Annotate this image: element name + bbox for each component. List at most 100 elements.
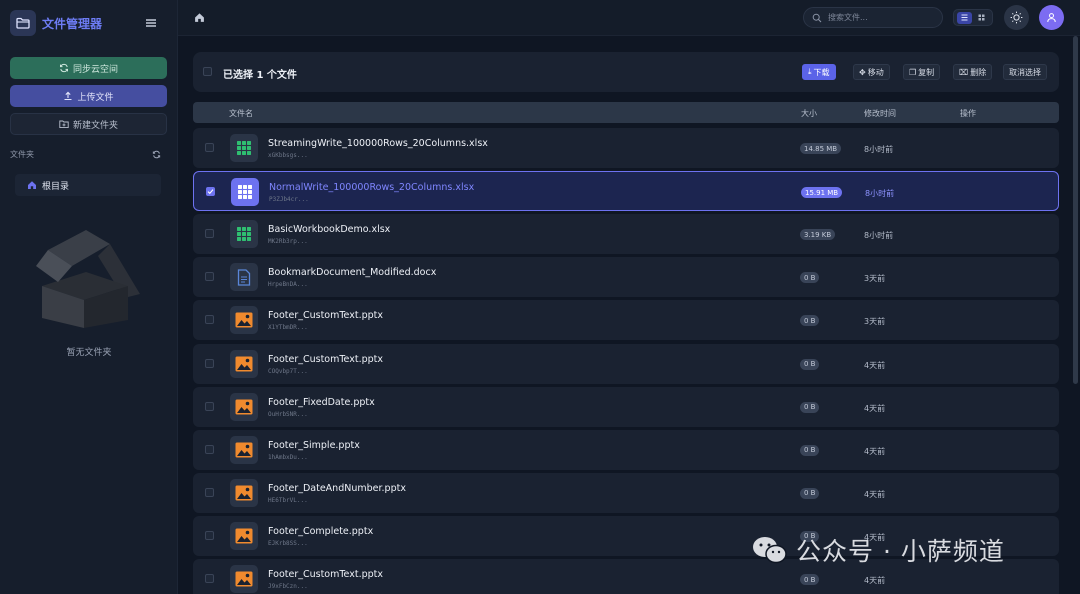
folders-header: 文件夹 bbox=[10, 150, 34, 159]
column-filename[interactable]: 文件名 bbox=[229, 108, 253, 119]
trash-icon: ⌧ bbox=[959, 67, 969, 77]
file-modified-time: 4天前 bbox=[864, 489, 886, 499]
list-view-icon bbox=[961, 14, 968, 21]
row-checkbox[interactable] bbox=[205, 487, 214, 497]
new-folder-button[interactable]: 新建文件夹 bbox=[10, 113, 167, 135]
file-modified-time: 8小时前 bbox=[864, 145, 894, 154]
empty-folders-text: 暂无文件夹 bbox=[66, 348, 112, 358]
file-name[interactable]: StreamingWrite_100000Rows_20Columns.xlsx bbox=[268, 138, 488, 149]
move-button[interactable]: ✥ 移动 bbox=[853, 64, 890, 80]
image-file-icon bbox=[230, 392, 258, 421]
file-size-badge: 0 B bbox=[800, 401, 820, 413]
watermark: 公众号 · 小萨频道 bbox=[752, 532, 1005, 568]
image-file-icon bbox=[230, 306, 258, 335]
row-checkbox[interactable] bbox=[205, 530, 214, 540]
delete-button[interactable]: ⌧ 删除 bbox=[953, 64, 993, 80]
column-modified[interactable]: 修改时间 bbox=[864, 108, 896, 119]
search-input[interactable] bbox=[828, 13, 938, 22]
table-row[interactable]: Footer_Simple.pptx 1hAmbxDu... 0 B 4天前 bbox=[193, 429, 1059, 470]
upload-icon bbox=[64, 91, 72, 101]
menu-icon[interactable] bbox=[145, 14, 159, 28]
theme-toggle-button[interactable] bbox=[1004, 5, 1029, 30]
file-modified-time: 4天前 bbox=[864, 446, 886, 456]
spreadsheet-icon bbox=[231, 178, 259, 207]
file-id: J9xFbCzn... bbox=[268, 583, 308, 590]
table-row[interactable]: BasicWorkbookDemo.xlsx MK2Rb3rp... 3.19 KB… bbox=[193, 214, 1059, 255]
sync-cloud-label: 同步云空间 bbox=[72, 64, 118, 75]
upload-file-button[interactable]: 上传文件 bbox=[10, 85, 167, 107]
move-icon: ✥ bbox=[859, 67, 866, 77]
table-row[interactable]: StreamingWrite_100000Rows_20Columns.xlsx… bbox=[193, 128, 1059, 168]
image-file-icon bbox=[230, 349, 258, 378]
table-row[interactable]: NormalWrite_100000Rows_20Columns.xlsx P3Z… bbox=[193, 171, 1059, 212]
file-id: 1hAmbxDu... bbox=[268, 453, 308, 461]
row-checkbox[interactable] bbox=[205, 143, 214, 152]
brand: 文件管理器 bbox=[10, 10, 102, 36]
file-name[interactable]: Footer_CustomText.pptx bbox=[268, 569, 383, 580]
grid-view-icon bbox=[978, 14, 985, 21]
row-checkbox[interactable] bbox=[206, 187, 215, 197]
file-name[interactable]: Footer_FixedDate.pptx bbox=[268, 397, 375, 408]
sync-cloud-button[interactable]: 同步云空间 bbox=[10, 57, 167, 79]
file-name[interactable]: Footer_DateAndNumber.pptx bbox=[268, 483, 406, 494]
cancel-selection-button[interactable]: 取消选择 bbox=[1003, 64, 1047, 80]
copy-button[interactable]: ❐ 复制 bbox=[903, 64, 941, 80]
row-checkbox[interactable] bbox=[205, 272, 214, 282]
file-size-badge: 15.91 MB bbox=[801, 187, 843, 199]
file-name[interactable]: Footer_CustomText.pptx bbox=[268, 310, 383, 321]
move-label: 移动 bbox=[867, 67, 884, 77]
selection-bar: 已选择 1 个文件 ⤓ 下载 ✥ 移动 ❐ 复制 ⌧ 删除 取消选择 bbox=[193, 52, 1059, 92]
delete-label: 删除 bbox=[970, 67, 987, 77]
file-name[interactable]: Footer_CustomText.pptx bbox=[268, 354, 383, 365]
table-row[interactable]: Footer_CustomText.pptx COQvbp7T... 0 B 4天前 bbox=[193, 343, 1059, 384]
image-file-icon bbox=[230, 521, 258, 550]
new-folder-label: 新建文件夹 bbox=[72, 120, 118, 131]
copy-label: 复制 bbox=[918, 67, 935, 77]
folder-item-root[interactable]: 根目录 bbox=[15, 174, 161, 196]
table-row[interactable]: Footer_CustomText.pptx X1YTbmDR... 0 B 3天前 bbox=[193, 300, 1059, 341]
refresh-icon[interactable] bbox=[152, 150, 161, 159]
file-size-badge: 3.19 KB bbox=[800, 229, 836, 241]
folder-logo-icon bbox=[10, 10, 36, 36]
row-checkbox[interactable] bbox=[205, 574, 214, 583]
row-checkbox[interactable] bbox=[205, 444, 214, 454]
row-checkbox[interactable] bbox=[205, 401, 214, 411]
column-size[interactable]: 大小 bbox=[801, 108, 817, 119]
file-name[interactable]: NormalWrite_100000Rows_20Columns.xlsx bbox=[269, 182, 474, 193]
view-toggle bbox=[953, 9, 993, 26]
breadcrumb-home-icon[interactable] bbox=[194, 12, 205, 23]
upload-file-label: 上传文件 bbox=[77, 92, 114, 103]
table-header: 文件名 大小 修改时间 操作 bbox=[193, 102, 1059, 123]
table-row[interactable]: BookmarkDocument_Modified.docx HrpeBnDA..… bbox=[193, 257, 1059, 298]
file-id: EJKrb8SS... bbox=[268, 539, 308, 547]
file-size-badge: 0 B bbox=[800, 315, 820, 327]
select-all-checkbox[interactable] bbox=[203, 67, 212, 76]
row-checkbox[interactable] bbox=[205, 358, 214, 368]
column-actions: 操作 bbox=[960, 109, 976, 118]
search-icon bbox=[812, 13, 822, 22]
table-row[interactable]: Footer_DateAndNumber.pptx HE6TbrVL... 0 B 4… bbox=[193, 472, 1059, 513]
row-checkbox[interactable] bbox=[205, 229, 214, 239]
download-label: 下载 bbox=[813, 67, 830, 77]
user-avatar[interactable] bbox=[1039, 5, 1064, 30]
grid-view-button[interactable] bbox=[974, 12, 989, 24]
sidebar: 文件管理器 同步云空间 上传文件 新建文件夹 文件夹 根目录 暂无文件夹 bbox=[0, 0, 178, 594]
file-modified-time: 4天前 bbox=[864, 403, 886, 413]
row-checkbox[interactable] bbox=[205, 315, 214, 325]
root-folder-label: 根目录 bbox=[42, 181, 70, 192]
file-modified-time: 3天前 bbox=[864, 317, 886, 327]
topbar bbox=[178, 0, 1080, 36]
list-view-button[interactable] bbox=[957, 11, 972, 24]
scrollbar[interactable] bbox=[1073, 36, 1078, 384]
image-file-icon bbox=[230, 435, 258, 464]
spreadsheet-icon bbox=[230, 220, 258, 249]
spreadsheet-icon bbox=[230, 134, 258, 162]
file-name[interactable]: Footer_Simple.pptx bbox=[268, 440, 360, 451]
wechat-logo-icon bbox=[753, 537, 787, 564]
download-button[interactable]: ⤓ 下载 bbox=[802, 64, 836, 80]
table-row[interactable]: Footer_FixedDate.pptx OuHrbSNR... 0 B 4天前 bbox=[193, 386, 1059, 427]
file-name[interactable]: BasicWorkbookDemo.xlsx bbox=[268, 224, 390, 235]
file-modified-time: 3天前 bbox=[864, 274, 886, 284]
file-name[interactable]: Footer_Complete.pptx bbox=[268, 526, 373, 537]
file-name[interactable]: BookmarkDocument_Modified.docx bbox=[268, 267, 436, 278]
